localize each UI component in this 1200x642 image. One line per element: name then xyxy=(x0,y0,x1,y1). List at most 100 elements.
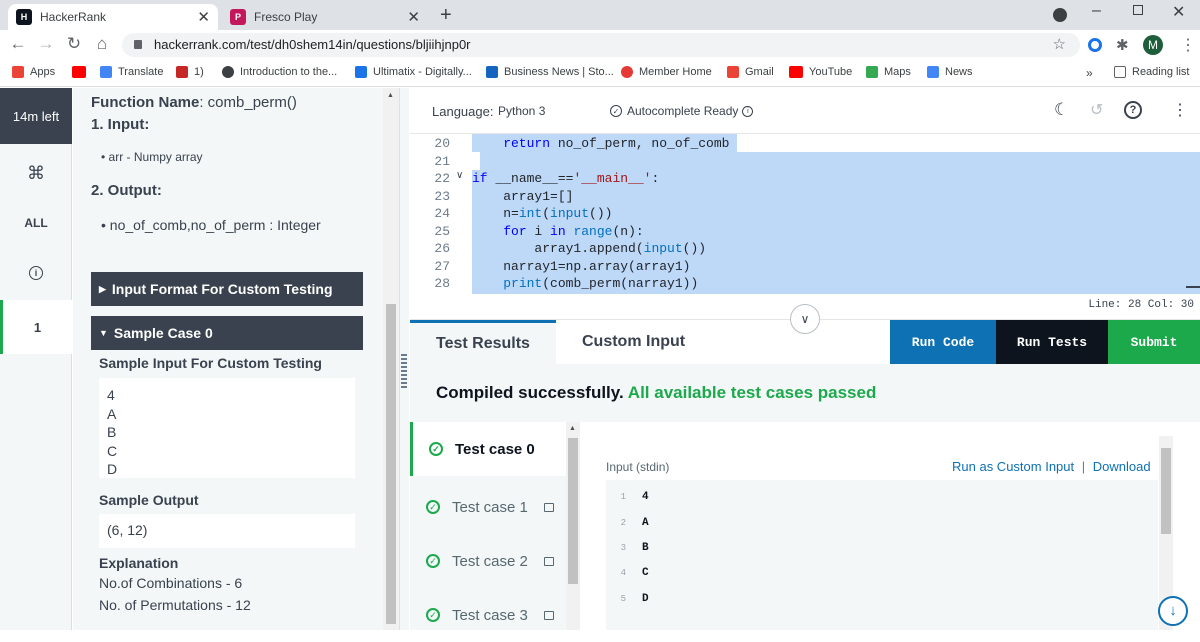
all-questions-button[interactable]: ALL xyxy=(0,198,72,248)
test-case-item[interactable]: ✓ Test case 2 xyxy=(410,534,566,588)
line-number: 22 xyxy=(434,171,450,186)
scroll-to-bottom-button[interactable]: ↓ xyxy=(1158,596,1188,626)
bookmark-gmail[interactable]: Gmail xyxy=(727,66,774,78)
output-heading: 2. Output: xyxy=(91,182,162,199)
scroll-up-icon[interactable]: ▲ xyxy=(569,425,576,432)
new-tab-button[interactable]: + xyxy=(440,4,452,27)
collapse-editor-button[interactable]: ∨ xyxy=(790,304,820,334)
more-bookmarks-button[interactable]: » xyxy=(1086,66,1093,80)
tab-fresco-play[interactable]: P Fresco Play ✕ xyxy=(222,4,428,30)
home-icon[interactable]: ⌂ xyxy=(92,34,112,54)
bookmark-news[interactable]: News xyxy=(927,66,973,78)
language-label: Language: xyxy=(432,104,494,119)
menu-kebab-icon[interactable]: ⋮ xyxy=(1180,35,1196,55)
address-bar[interactable]: hackerrank.com/test/dh0shem14in/question… xyxy=(122,33,1080,57)
bookmark-business-news[interactable]: Business News | Sto... xyxy=(486,66,614,78)
bookmark-youtube[interactable]: YouTube xyxy=(789,66,852,78)
test-case-list: ✓ Test case 0 ✓ Test case 1 ✓ Test case 2 ✓… xyxy=(410,422,566,630)
translate-icon xyxy=(100,66,112,78)
tab-title: Fresco Play xyxy=(254,10,318,24)
browser-toolbar: ← → ↻ ⌂ hackerrank.com/test/dh0shem14in/… xyxy=(0,30,1200,60)
bookmark-apps[interactable]: Apps xyxy=(12,66,55,78)
tab-custom-input[interactable]: Custom Input xyxy=(556,320,890,364)
check-circle-icon: ✓ xyxy=(426,554,440,568)
sample-output-heading: Sample Output xyxy=(99,492,199,508)
sample-input-heading: Sample Input For Custom Testing xyxy=(99,355,322,371)
download-link[interactable]: Download xyxy=(1093,459,1151,474)
question-nav-rail: 14m left ⌘ ALL i 1 xyxy=(0,88,72,630)
extension-icon[interactable] xyxy=(1088,38,1102,52)
reading-list-icon xyxy=(1114,66,1126,78)
line-number: 23 xyxy=(434,189,450,204)
bookmark-translate[interactable]: Translate xyxy=(100,66,163,78)
stdin-value: B xyxy=(642,542,649,554)
bookmark-member-home[interactable]: Member Home xyxy=(621,66,712,78)
scroll-up-icon[interactable]: ▲ xyxy=(387,92,394,99)
question-1-button[interactable]: 1 xyxy=(0,300,72,354)
sample-case-toggle[interactable]: ▼ Sample Case 0 xyxy=(91,316,363,350)
run-tests-button[interactable]: Run Tests xyxy=(996,320,1108,364)
minimize-icon[interactable]: – xyxy=(1092,2,1101,20)
history-icon[interactable]: ↺ xyxy=(1090,100,1103,120)
sample-input-line: D xyxy=(107,461,118,477)
code-editor[interactable]: 20 return no_of_perm, no_of_comb 21 22 ∨… xyxy=(410,134,1200,294)
profile-avatar[interactable]: M xyxy=(1143,35,1163,55)
forward-icon[interactable]: → xyxy=(36,34,56,54)
bookmark-introduction[interactable]: Introduction to the... xyxy=(222,66,337,78)
line-number: 27 xyxy=(434,259,450,274)
stdin-line-number: 5 xyxy=(620,594,626,604)
code-line: return no_of_perm, no_of_comb xyxy=(472,136,730,151)
bookmark-ultimatix[interactable]: Ultimatix - Digitally... xyxy=(355,66,472,78)
more-options-icon[interactable]: ⋮ xyxy=(1172,100,1188,120)
scroll-thumb[interactable] xyxy=(386,304,396,624)
tab-test-results[interactable]: Test Results xyxy=(410,320,556,364)
bookmark-youtube-icon[interactable] xyxy=(72,66,92,78)
line-number: 25 xyxy=(434,224,450,239)
restore-icon[interactable] xyxy=(1133,5,1143,15)
input-item: • arr - Numpy array xyxy=(101,150,203,164)
submit-button[interactable]: Submit xyxy=(1108,320,1200,364)
tab-search-icon[interactable] xyxy=(1053,8,1067,22)
scroll-thumb[interactable] xyxy=(1161,448,1171,534)
reading-list-button[interactable]: Reading list xyxy=(1114,66,1189,78)
bookmark-maps[interactable]: Maps xyxy=(866,66,911,78)
language-select[interactable]: Python 3 xyxy=(498,104,545,118)
reload-icon[interactable]: ↻ xyxy=(64,34,84,54)
browser-tab-strip: H HackerRank ✕ P Fresco Play ✕ + – ✕ xyxy=(0,0,1200,30)
tab-hackerrank[interactable]: H HackerRank ✕ xyxy=(8,4,218,30)
close-tab-icon[interactable]: ✕ xyxy=(407,8,420,26)
bookmark-star-icon[interactable]: ☆ xyxy=(1053,33,1066,57)
test-case-scrollbar[interactable]: ▲ xyxy=(566,422,580,630)
drag-handle-icon[interactable] xyxy=(401,354,407,388)
function-name-label: Function Name xyxy=(91,94,200,111)
lock-icon xyxy=(543,610,554,620)
back-icon[interactable]: ← xyxy=(8,34,28,54)
autocomplete-status[interactable]: ✓ Autocomplete Ready i xyxy=(610,104,754,118)
problem-statement-panel: Function Name: comb_perm() 1. Input: • a… xyxy=(73,88,383,630)
caret-right-icon: ▶ xyxy=(99,283,106,294)
sample-input-line: A xyxy=(107,405,117,422)
puzzle-icon[interactable]: ✱ xyxy=(1116,36,1129,54)
test-case-item[interactable]: ✓ Test case 1 xyxy=(410,480,566,534)
close-window-icon[interactable]: ✕ xyxy=(1172,2,1185,22)
test-case-item[interactable]: ✓ Test case 0 xyxy=(410,422,566,476)
sample-input-line: C xyxy=(107,442,118,459)
news-icon xyxy=(927,66,939,78)
function-name-value: : comb_perm() xyxy=(199,94,297,111)
info-icon[interactable]: i xyxy=(0,248,72,298)
run-as-custom-input-link[interactable]: Run as Custom Input xyxy=(952,459,1074,474)
pane-resize-handle[interactable] xyxy=(399,88,409,630)
dark-mode-moon-icon[interactable]: ☾ xyxy=(1054,100,1069,120)
apps-grid-icon xyxy=(12,66,24,78)
close-tab-icon[interactable]: ✕ xyxy=(197,8,210,26)
bookmark-1[interactable]: 1) xyxy=(176,66,204,78)
scroll-thumb[interactable] xyxy=(568,438,578,584)
fold-chevron-icon[interactable]: ∨ xyxy=(456,170,463,182)
check-circle-icon: ✓ xyxy=(426,500,440,514)
input-format-toggle[interactable]: ▶ Input Format For Custom Testing xyxy=(91,272,363,306)
command-icon[interactable]: ⌘ xyxy=(0,145,72,201)
run-code-button[interactable]: Run Code xyxy=(890,320,996,364)
help-icon[interactable]: ? xyxy=(1124,101,1142,119)
test-case-item[interactable]: ✓ Test case 3 xyxy=(410,588,566,642)
problem-scrollbar[interactable]: ▲ xyxy=(383,88,399,630)
